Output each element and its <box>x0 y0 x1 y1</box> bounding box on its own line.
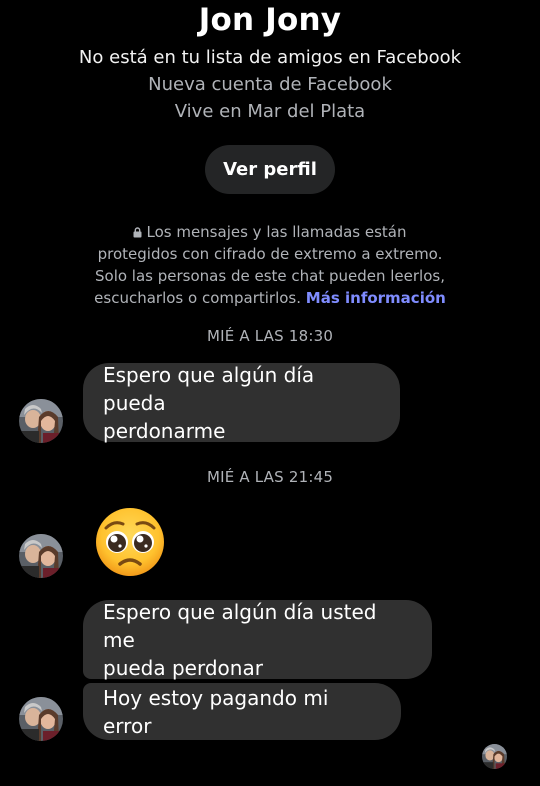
encryption-line-2: protegidos con cifrado de extremo a extr… <box>97 245 443 263</box>
encryption-notice: Los mensajes y las llamadas están proteg… <box>60 221 480 309</box>
lock-icon <box>133 227 142 238</box>
message-text-line: pueda perdonar <box>103 655 263 680</box>
account-age-text: Nueva cuenta de Facebook <box>148 74 392 95</box>
message-bubble[interactable]: Espero que algún día pueda perdonarme <box>83 362 400 443</box>
seen-indicator-avatar <box>482 744 507 769</box>
friend-status-text: No está en tu lista de amigos en Faceboo… <box>78 47 462 68</box>
message-text-line: perdonarme <box>103 418 226 443</box>
contact-avatar[interactable] <box>19 697 63 741</box>
location-text: Vive en Mar del Plata <box>174 101 366 122</box>
encryption-line-4-text: escucharlos o compartirlos. <box>94 289 302 307</box>
message-timestamp: MIÉ A LAS 21:45 <box>206 468 334 486</box>
encryption-line-1: Los mensajes y las llamadas están <box>60 221 480 243</box>
message-bubble[interactable]: Espero que algún día usted me pueda perd… <box>83 599 432 680</box>
message-bubble[interactable]: Hoy estoy pagando mi error <box>83 683 401 740</box>
message-text-line: Hoy estoy pagando mi error <box>103 685 329 738</box>
contact-name: Jon Jony <box>198 2 342 38</box>
encryption-line-4: escucharlos o compartirlos. Más informac… <box>60 287 480 309</box>
view-profile-button[interactable]: Ver perfil <box>205 145 335 194</box>
message-text-line: Espero que algún día usted me <box>103 599 377 652</box>
contact-avatar[interactable] <box>19 399 63 443</box>
encryption-line-3: Solo las personas de este chat pueden le… <box>95 267 445 285</box>
more-info-link[interactable]: Más información <box>306 289 446 307</box>
message-timestamp: MIÉ A LAS 18:30 <box>206 327 334 345</box>
pleading-face-emoji[interactable] <box>94 506 166 578</box>
contact-avatar[interactable] <box>19 534 63 578</box>
encryption-line-1-text: Los mensajes y las llamadas están <box>146 223 407 241</box>
message-text-line: Espero que algún día pueda <box>103 362 315 415</box>
